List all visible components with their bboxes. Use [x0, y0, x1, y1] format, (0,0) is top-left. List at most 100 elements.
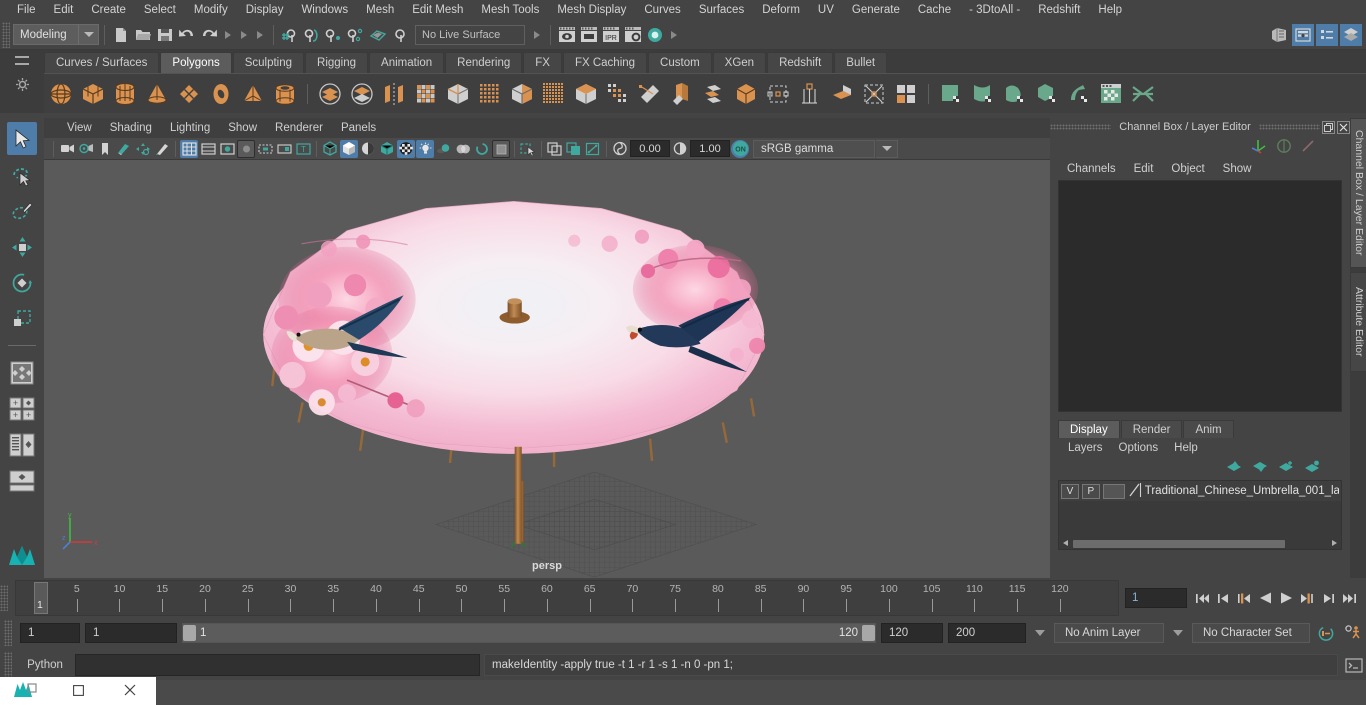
playback-end-field[interactable]: 200 — [948, 623, 1026, 643]
shelf-tab-fx[interactable]: FX — [523, 52, 562, 73]
uv-unfold-icon[interactable] — [968, 79, 998, 109]
poly-pipe-icon[interactable] — [270, 79, 300, 109]
menu-mesh-tools[interactable]: Mesh Tools — [472, 2, 548, 18]
range-start-field[interactable]: 1 — [85, 623, 177, 643]
gamma-icon[interactable] — [671, 140, 689, 158]
shelf-menu-icon[interactable] — [15, 56, 29, 65]
poly-cone-icon[interactable] — [142, 79, 172, 109]
range-slider-gripper[interactable] — [4, 620, 12, 646]
viewport-menu-shading[interactable]: Shading — [101, 121, 161, 135]
vtab-channel-box-layer-editor[interactable]: Channel Box / Layer Editor — [1350, 118, 1366, 268]
color-management-dropdown-icon[interactable] — [876, 139, 898, 158]
resolution-gate-icon[interactable] — [218, 140, 236, 158]
four-view-layout[interactable] — [7, 356, 37, 389]
film-gate-icon[interactable] — [199, 140, 217, 158]
time-slider-track[interactable]: 1 5 10 15 20 25 30 35 40 45 50 55 60 65 70 75 80 85 90 95 1… — [15, 580, 1119, 616]
single-perspective-layout[interactable] — [7, 464, 37, 497]
step-forward-frame-icon[interactable] — [1298, 588, 1316, 608]
select-camera-icon[interactable] — [58, 140, 76, 158]
render-sequence-icon[interactable] — [578, 24, 600, 46]
play-backwards-icon[interactable] — [1256, 588, 1274, 608]
menu-deform[interactable]: Deform — [753, 2, 809, 18]
image-plane-icon[interactable] — [115, 140, 133, 158]
exposure-icon[interactable] — [611, 140, 629, 158]
scroll-right-icon[interactable] — [1327, 538, 1341, 550]
shelf-tab-animation[interactable]: Animation — [369, 52, 445, 73]
layer-name[interactable]: Traditional_Chinese_Umbrella_001_la — [1145, 485, 1339, 497]
channel-box-menu-edit[interactable]: Edit — [1125, 162, 1163, 176]
paint-select-tool[interactable] — [7, 194, 37, 227]
bevel-icon[interactable] — [571, 79, 601, 109]
isolate-select-icon[interactable] — [519, 140, 537, 158]
crease-tool-icon[interactable] — [731, 79, 761, 109]
redo-icon[interactable] — [198, 24, 220, 46]
uv-cube-map-icon[interactable] — [1032, 79, 1062, 109]
character-set-dropdown-icon[interactable] — [1173, 630, 1183, 636]
range-bar[interactable]: 1 120 — [182, 623, 876, 643]
make-live-icon[interactable] — [389, 24, 411, 46]
scale-tool[interactable] — [7, 302, 37, 335]
smooth-shade-all-icon[interactable] — [340, 139, 358, 158]
step-back-key-icon[interactable] — [1214, 588, 1232, 608]
circle-icon[interactable] — [1276, 138, 1292, 157]
selection-mask-arrow-2-icon[interactable] — [241, 30, 247, 39]
layer-row[interactable]: V P Traditional_Chinese_Umbrella_001_la — [1059, 481, 1341, 501]
layer-visibility-toggle[interactable]: V — [1061, 483, 1079, 499]
menu-windows[interactable]: Windows — [292, 2, 357, 18]
shelf-options-gear-icon[interactable] — [15, 77, 30, 95]
snap-to-curve-icon[interactable] — [301, 24, 323, 46]
combine-icon[interactable] — [315, 79, 345, 109]
selection-mask-arrow-4-icon[interactable] — [534, 30, 540, 39]
poly-torus-icon[interactable] — [206, 79, 236, 109]
slash-icon[interactable] — [1300, 138, 1316, 157]
selection-mask-arrow-3-icon[interactable] — [257, 30, 263, 39]
range-end-field[interactable]: 120 — [881, 623, 943, 643]
shelf-tab-rendering[interactable]: Rendering — [445, 52, 523, 73]
chevron-down-icon[interactable] — [78, 25, 98, 44]
new-scene-icon[interactable] — [110, 24, 132, 46]
undo-icon[interactable] — [176, 24, 198, 46]
layer-menu-layers[interactable]: Layers — [1060, 441, 1111, 455]
command-language-label[interactable]: Python — [19, 659, 71, 671]
menu-3dtoall[interactable]: - 3DtoAll - — [960, 2, 1029, 18]
separate-icon[interactable] — [347, 79, 377, 109]
menu-create[interactable]: Create — [82, 2, 135, 18]
tool-settings-toggle-icon[interactable] — [1316, 23, 1338, 46]
uv-layout-icon[interactable] — [1000, 79, 1030, 109]
tab-anim[interactable]: Anim — [1183, 420, 1234, 438]
channel-box-toggle-icon[interactable] — [1340, 23, 1362, 46]
command-input[interactable] — [75, 654, 480, 676]
hypergraph-layout[interactable] — [7, 428, 37, 461]
range-end-handle[interactable] — [862, 625, 875, 641]
selection-mask-arrow-1-icon[interactable] — [225, 30, 231, 39]
menu-generate[interactable]: Generate — [843, 2, 909, 18]
menu-help[interactable]: Help — [1089, 2, 1131, 18]
animation-preferences-icon[interactable] — [1342, 623, 1366, 643]
uv-planar-icon[interactable] — [795, 79, 825, 109]
shelf-tab-fx-caching[interactable]: FX Caching — [562, 52, 648, 73]
shelf-tab-sculpting[interactable]: Sculpting — [232, 52, 305, 73]
uv-flip-icon[interactable] — [1064, 79, 1094, 109]
anim-layer-combo[interactable]: No Anim Layer — [1054, 623, 1164, 643]
grease-pencil-icon[interactable] — [153, 140, 171, 158]
layer-list[interactable]: V P Traditional_Chinese_Umbrella_001_la — [1058, 480, 1342, 550]
viewport-menu-lighting[interactable]: Lighting — [161, 121, 219, 135]
shadows-icon[interactable] — [435, 140, 453, 158]
snap-to-point-icon[interactable] — [323, 24, 345, 46]
wireframe-icon[interactable] — [321, 140, 339, 158]
gate-mask-icon[interactable] — [237, 139, 255, 158]
channel-box-menu-object[interactable]: Object — [1162, 162, 1213, 176]
motion-blur-icon[interactable] — [473, 140, 491, 158]
layer-menu-options[interactable]: Options — [1111, 441, 1167, 455]
channel-box-menu-channels[interactable]: Channels — [1058, 162, 1125, 176]
live-surface-field[interactable]: No Live Surface — [415, 24, 525, 45]
exposure-field[interactable]: 0.00 — [630, 140, 670, 157]
poly-cylinder-icon[interactable] — [110, 79, 140, 109]
snap-to-grid-icon[interactable] — [279, 24, 301, 46]
ipr-render-icon[interactable]: IPR — [600, 24, 622, 46]
go-to-end-icon[interactable] — [1340, 588, 1358, 608]
uv-camera-icon[interactable] — [936, 79, 966, 109]
vtab-attribute-editor[interactable]: Attribute Editor — [1350, 272, 1366, 372]
show-hide-editors-icon[interactable] — [1268, 24, 1290, 46]
anim-start-field[interactable]: 1 — [20, 623, 80, 643]
